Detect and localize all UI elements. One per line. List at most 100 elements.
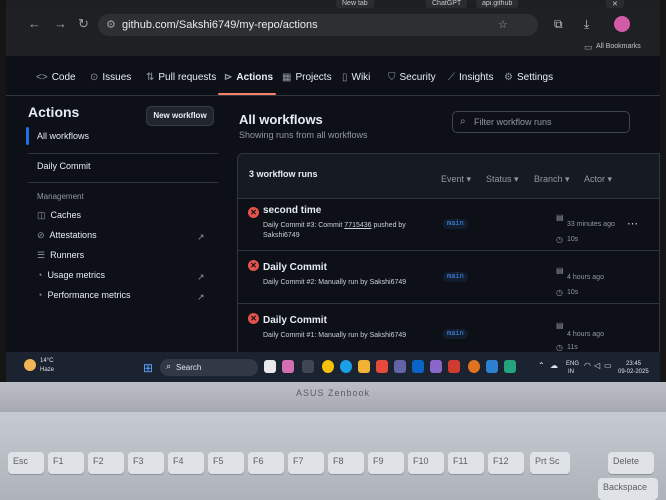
branch-badge[interactable]: main [443, 219, 468, 229]
file-explorer-icon[interactable] [358, 360, 370, 373]
key-f10: F10 [408, 452, 444, 474]
key-f2: F2 [88, 452, 124, 474]
weather-icon[interactable] [24, 359, 36, 371]
laptop-brand: ASUS Zenbook [295, 388, 371, 398]
chrome-icon[interactable] [322, 360, 334, 373]
branch-filter[interactable]: Branch ▾ [534, 174, 570, 185]
repo-nav-wiki[interactable]: ▯ Wiki [342, 72, 370, 83]
sidebar-item-all-workflows[interactable]: All workflows [37, 131, 89, 141]
repo-nav-code[interactable]: <> Code [36, 72, 76, 83]
actor-filter[interactable]: Actor ▾ [584, 174, 612, 185]
event-filter[interactable]: Event ▾ [441, 174, 471, 185]
browser-tabstrip: New tab ChatGPT api.github ✕ [6, 0, 660, 8]
branch-badge[interactable]: main [443, 329, 468, 339]
issues-icon: ⊙ [90, 72, 99, 83]
repo-nav-insights[interactable]: ⟋ Insights [448, 72, 493, 83]
extensions-icon[interactable]: ⧉ [554, 17, 563, 32]
gauge-icon: ◔ [37, 290, 43, 300]
weather-widget[interactable]: 14°C Haze [40, 357, 54, 375]
browser-tab[interactable]: api.github [476, 0, 519, 8]
site-info-icon[interactable]: ⚙ [106, 18, 116, 31]
check-circle-icon: ⊘ [37, 230, 45, 240]
app-icon[interactable] [376, 360, 388, 373]
app-icon[interactable] [302, 360, 314, 373]
downloads-icon[interactable]: ⤓ [584, 17, 589, 32]
workflow-run-row[interactable]: ✕ Daily Commit Daily Commit #2: Manually… [238, 252, 659, 304]
tray-chevron-icon[interactable]: ⌃ [538, 361, 545, 370]
acrobat-icon[interactable] [448, 360, 460, 373]
new-workflow-button[interactable]: New workflow [146, 106, 214, 126]
page-subtitle: Showing runs from all workflows [239, 130, 368, 140]
edge-icon[interactable] [340, 360, 352, 373]
app-icon[interactable] [282, 360, 294, 373]
repo-nav-issues[interactable]: ⊙ Issues [90, 72, 131, 83]
repo-nav-settings[interactable]: ⚙ Settings [504, 72, 553, 83]
run-description: Daily Commit #3: Commit 7715436 pushed b… [263, 222, 406, 239]
clock-time[interactable]: 23:45 [626, 361, 641, 367]
filter-runs-input[interactable]: ⌕ Filter workflow runs [452, 111, 630, 133]
active-tab-indicator [218, 93, 276, 95]
app-icon[interactable] [468, 360, 480, 373]
taskbar-search-label: Search [176, 363, 202, 372]
app-icon[interactable] [504, 360, 516, 373]
app-icon[interactable] [430, 360, 442, 373]
failure-icon: ✕ [248, 207, 259, 218]
play-icon: ⊳ [224, 72, 233, 83]
sidebar-item-attestations[interactable]: ⊘ Attestations [37, 230, 97, 241]
volume-icon[interactable]: ◁ [594, 361, 600, 370]
sidebar-item-daily-commit[interactable]: Daily Commit [37, 161, 91, 171]
reload-icon[interactable]: ↻ [78, 16, 89, 32]
workflow-run-row[interactable]: ✕ Daily Commit Daily Commit #1: Manually… [238, 305, 659, 352]
bookmark-star-icon[interactable]: ☆ [498, 18, 508, 31]
database-icon: ◫ [37, 210, 46, 220]
sidebar-item-usage-metrics[interactable]: ◔ Usage metrics [37, 270, 105, 280]
calendar-icon: ▤ [556, 321, 564, 330]
wifi-icon[interactable]: ◠ [584, 361, 591, 370]
browser-tab[interactable]: ChatGPT [426, 0, 468, 8]
gauge-icon: ◔ [37, 270, 43, 280]
teams-icon[interactable] [394, 360, 406, 373]
workflow-run-row[interactable]: ✕ second time Daily Commit #3: Commit 77… [238, 199, 659, 251]
repo-nav-actions[interactable]: ⊳ Actions [224, 72, 273, 83]
cloud-icon[interactable]: ☁ [550, 361, 558, 370]
key-delete: Delete [608, 452, 654, 474]
taskbar-search[interactable]: ⌕ Search [160, 359, 258, 376]
branch-badge[interactable]: main [443, 272, 468, 282]
key-f6: F6 [248, 452, 284, 474]
repo-nav-security[interactable]: ⛉ Security [388, 72, 436, 83]
code-icon: <> [36, 72, 48, 83]
management-heading: Management [37, 192, 84, 201]
all-bookmarks[interactable]: All Bookmarks [596, 43, 641, 50]
battery-icon[interactable]: ▭ [604, 361, 612, 370]
close-window-icon[interactable]: ✕ [606, 0, 624, 8]
run-time: 4 hours ago [567, 331, 604, 338]
vscode-icon[interactable] [486, 360, 498, 373]
commit-link[interactable]: 7715436 [344, 222, 371, 229]
run-title[interactable]: second time [263, 205, 321, 216]
windows-start-icon[interactable]: ⊞ [143, 361, 153, 375]
sidebar-item-caches[interactable]: ◫ Caches [37, 210, 81, 221]
run-duration: 10s [567, 289, 579, 296]
repo-nav-pull-requests[interactable]: ⇅ Pull requests [146, 72, 216, 83]
language-indicator[interactable]: ENG [566, 361, 579, 367]
more-options-icon[interactable]: ⋯ [627, 217, 638, 230]
folder-icon: ▭ [584, 42, 593, 52]
status-filter[interactable]: Status ▾ [486, 174, 519, 185]
back-icon[interactable]: ← [28, 16, 41, 31]
run-title[interactable]: Daily Commit [263, 315, 327, 326]
address-bar[interactable]: ⚙ github.com/Sakshi6749/my-repo/actions … [98, 14, 538, 36]
sidebar-item-performance-metrics[interactable]: ◔ Performance metrics [37, 290, 130, 300]
profile-avatar[interactable] [614, 16, 630, 32]
repo-nav-projects[interactable]: ▦ Projects [282, 72, 332, 83]
browser-tab[interactable]: New tab [336, 0, 374, 8]
outlook-icon[interactable] [412, 360, 424, 373]
sidebar-item-runners[interactable]: ☰ Runners [37, 250, 84, 261]
run-duration: 10s [567, 236, 579, 243]
app-icon[interactable] [264, 360, 276, 373]
shield-icon: ⛉ [388, 72, 396, 83]
forward-icon[interactable]: → [54, 16, 67, 31]
gear-icon: ⚙ [504, 72, 513, 83]
run-title[interactable]: Daily Commit [263, 262, 327, 273]
run-time: 33 minutes ago [567, 221, 615, 228]
run-duration: 11s [567, 344, 578, 351]
